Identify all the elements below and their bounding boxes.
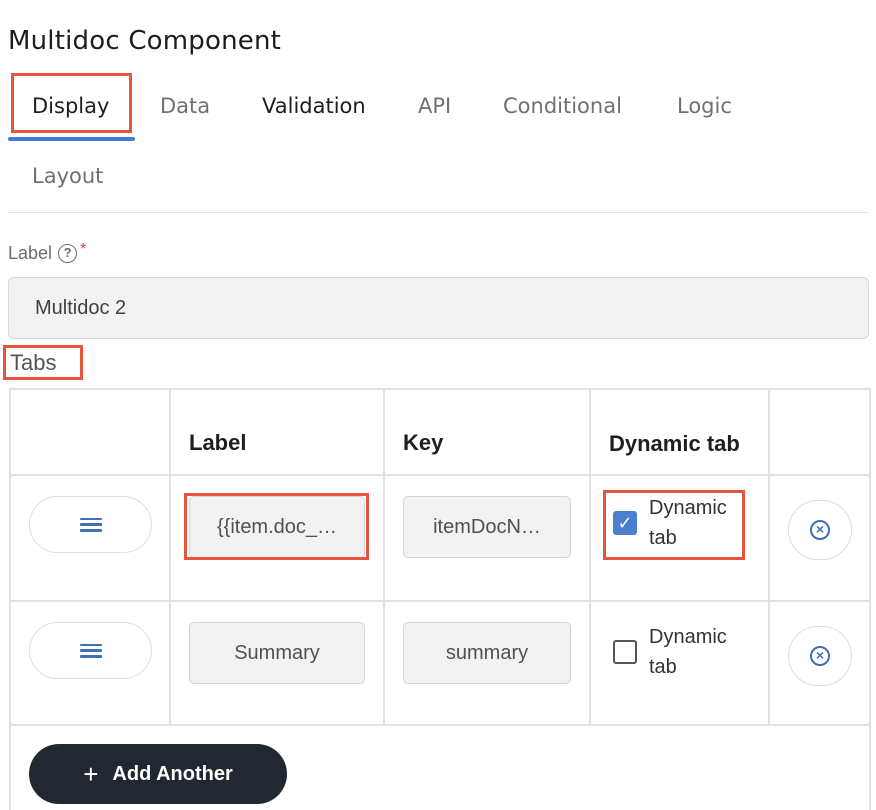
- column-header-label: Label: [169, 388, 385, 476]
- plus-icon: +: [83, 759, 99, 789]
- page-title: Multidoc Component: [8, 26, 282, 56]
- dynamic-tab-highlight: [603, 490, 745, 560]
- label-field-label: Label ? *: [8, 240, 87, 264]
- tab-key-input[interactable]: itemDocN…: [403, 496, 571, 558]
- table-row: {{item.doc_… itemDocN… ✓ Dynamic tab ×: [9, 474, 871, 602]
- tab-conditional[interactable]: Conditional: [503, 94, 622, 118]
- active-tab-underline: [8, 137, 135, 141]
- add-another-label: Add Another: [112, 762, 233, 785]
- dynamic-tab-checkbox-field[interactable]: Dynamic tab: [613, 622, 739, 682]
- drag-handle-button[interactable]: [29, 496, 152, 553]
- column-header-dynamic-tab: Dynamic tab: [589, 388, 770, 476]
- table-header-row: Label Key Dynamic tab: [9, 388, 871, 476]
- tab-validation[interactable]: Validation: [262, 94, 366, 118]
- tab-display[interactable]: Display: [32, 94, 109, 118]
- question-circle-icon[interactable]: ?: [58, 244, 78, 263]
- column-header-drag: [9, 388, 171, 476]
- column-header-key: Key: [383, 388, 591, 476]
- tab-label-input[interactable]: Summary: [189, 622, 365, 684]
- column-header-actions: [768, 388, 871, 476]
- drag-handle-icon: [79, 517, 102, 532]
- checkbox-unchecked-icon[interactable]: [613, 640, 637, 664]
- label-input-highlight: [184, 493, 369, 560]
- drag-handle-icon: [79, 643, 102, 658]
- remove-row-button[interactable]: ×: [788, 626, 852, 686]
- remove-circle-icon: ×: [810, 520, 830, 540]
- tab-key-input[interactable]: summary: [403, 622, 571, 684]
- tab-layout[interactable]: Layout: [32, 164, 103, 188]
- tabs-divider: [8, 212, 868, 213]
- tab-logic[interactable]: Logic: [677, 94, 732, 118]
- dynamic-tab-label: Dynamic tab: [649, 626, 727, 678]
- add-another-button[interactable]: + Add Another: [29, 744, 287, 804]
- label-input[interactable]: Multidoc 2: [8, 277, 869, 339]
- drag-handle-button[interactable]: [29, 622, 152, 679]
- tab-data[interactable]: Data: [160, 94, 210, 118]
- tab-api[interactable]: API: [418, 94, 451, 118]
- table-row: Summary summary Dynamic tab ×: [9, 600, 871, 726]
- label-text: Label: [8, 243, 53, 263]
- remove-row-button[interactable]: ×: [788, 500, 852, 560]
- remove-circle-icon: ×: [810, 646, 830, 666]
- tabs-section-heading: Tabs: [3, 345, 83, 380]
- required-marker: *: [80, 240, 87, 258]
